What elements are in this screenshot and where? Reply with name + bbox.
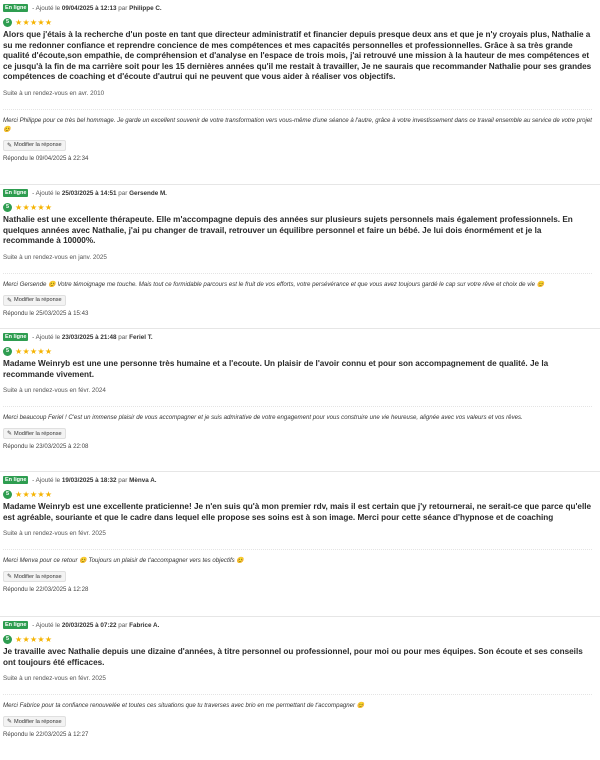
score-badge: 5 [3, 634, 12, 644]
review-text: Nathalie est une excellente thérapeute. … [3, 215, 573, 246]
pencil-icon: ✎ [7, 297, 13, 304]
score-badge: 5 [3, 489, 12, 499]
review-meta: En ligne - Ajouté le 25/03/2025 à 14:51 … [3, 189, 167, 198]
rating: 5 ★★★★★ [3, 488, 592, 500]
replied-date: Répondu le 23/03/2025 à 22:08 [3, 443, 89, 451]
reply-text: Merci beaucoup Feriel ! C'est un immense… [3, 414, 523, 422]
review-date: 25/03/2025 à 14:51 [61, 190, 117, 197]
review-card: En ligne - Ajouté le 19/03/2025 à 18:32 … [0, 472, 600, 617]
edit-reply-button[interactable]: ✎ Modifier la réponse [3, 139, 66, 151]
star-rating-icon: ★★★★★ [15, 489, 53, 499]
pencil-icon: ✎ [7, 431, 13, 438]
divider [3, 549, 592, 551]
visit-info: Suite à un rendez-vous en janv. 2025 [3, 253, 107, 261]
review-text: Alors que j'étais à la recherche d'un po… [3, 30, 592, 82]
status-badge: En ligne [3, 189, 29, 198]
score-badge: 5 [3, 17, 12, 27]
review-author: Feriel T. [129, 334, 153, 341]
edit-reply-button[interactable]: ✎ Modifier la réponse [3, 716, 66, 728]
review-meta: En ligne - Ajouté le 09/04/2025 à 12:13 … [3, 4, 162, 13]
replied-date: Répondu le 25/03/2025 à 15:43 [3, 309, 89, 317]
divider [3, 406, 592, 408]
edit-reply-button[interactable]: ✎ Modifier la réponse [3, 428, 66, 440]
review-card: En ligne - Ajouté le 23/03/2025 à 21:48 … [0, 329, 600, 472]
edit-reply-button[interactable]: ✎ Modifier la réponse [3, 571, 66, 583]
review-date: 09/04/2025 à 12:13 [61, 5, 117, 12]
status-badge: En ligne [3, 4, 29, 13]
status-badge: En ligne [3, 621, 29, 630]
star-rating-icon: ★★★★★ [15, 17, 53, 27]
review-meta: En ligne - Ajouté le 23/03/2025 à 21:48 … [3, 333, 153, 342]
reply-text: Merci Menva pour ce retour 😊 Toujours un… [3, 557, 245, 565]
reply-text: Merci Gersende 😊 Votre témoignage me tou… [3, 280, 545, 288]
replied-date: Répondu le 22/03/2025 à 12:28 [3, 586, 89, 594]
star-rating-icon: ★★★★★ [15, 346, 53, 356]
reply-text: Merci Philippe pour ce très bel hommage.… [3, 116, 592, 133]
review-text: Je travaille avec Nathalie depuis une di… [3, 647, 583, 667]
review-meta: En ligne - Ajouté le 20/03/2025 à 07:22 … [3, 621, 160, 630]
review-date: 23/03/2025 à 21:48 [61, 334, 117, 341]
pencil-icon: ✎ [7, 719, 13, 726]
review-text: Madame Weinryb est une excellente pratic… [3, 502, 592, 522]
pencil-icon: ✎ [7, 574, 13, 581]
replied-date: Répondu le 22/03/2025 à 12:27 [3, 731, 89, 739]
visit-info: Suite à un rendez-vous en févr. 2025 [3, 675, 106, 683]
review-card: En ligne - Ajouté le 20/03/2025 à 07:22 … [0, 617, 600, 760]
rating: 5 ★★★★★ [3, 16, 592, 28]
status-badge: En ligne [3, 333, 29, 342]
review-date: 20/03/2025 à 07:22 [61, 622, 117, 629]
review-meta: En ligne - Ajouté le 19/03/2025 à 18:32 … [3, 476, 157, 485]
score-badge: 5 [3, 202, 12, 212]
visit-info: Suite à un rendez-vous en févr. 2024 [3, 387, 106, 395]
rating: 5 ★★★★★ [3, 345, 592, 357]
reply-text: Merci Fabrice pour ta confiance renouvel… [3, 702, 365, 710]
star-rating-icon: ★★★★★ [15, 634, 53, 644]
score-badge: 5 [3, 346, 12, 356]
visit-info: Suite à un rendez-vous en avr. 2010 [3, 89, 105, 97]
review-author: Gersende M. [129, 190, 167, 197]
review-card: En ligne - Ajouté le 09/04/2025 à 12:13 … [0, 0, 600, 185]
star-rating-icon: ★★★★★ [15, 202, 53, 212]
divider [3, 108, 592, 110]
review-author: Mènva A. [129, 477, 157, 484]
review-text: Madame Weinryb est une une personne très… [3, 359, 549, 379]
edit-reply-button[interactable]: ✎ Modifier la réponse [3, 294, 66, 306]
pencil-icon: ✎ [7, 142, 13, 149]
divider [3, 694, 592, 696]
review-author: Philippe C. [129, 5, 162, 12]
divider [3, 272, 592, 274]
rating: 5 ★★★★★ [3, 201, 592, 213]
review-card: En ligne - Ajouté le 25/03/2025 à 14:51 … [0, 185, 600, 329]
review-date: 19/03/2025 à 18:32 [61, 477, 117, 484]
visit-info: Suite à un rendez-vous en févr. 2025 [3, 530, 106, 538]
replied-date: Répondu le 09/04/2025 à 22:34 [3, 154, 89, 162]
review-author: Fabrice A. [129, 622, 160, 629]
rating: 5 ★★★★★ [3, 633, 592, 645]
status-badge: En ligne [3, 476, 29, 485]
